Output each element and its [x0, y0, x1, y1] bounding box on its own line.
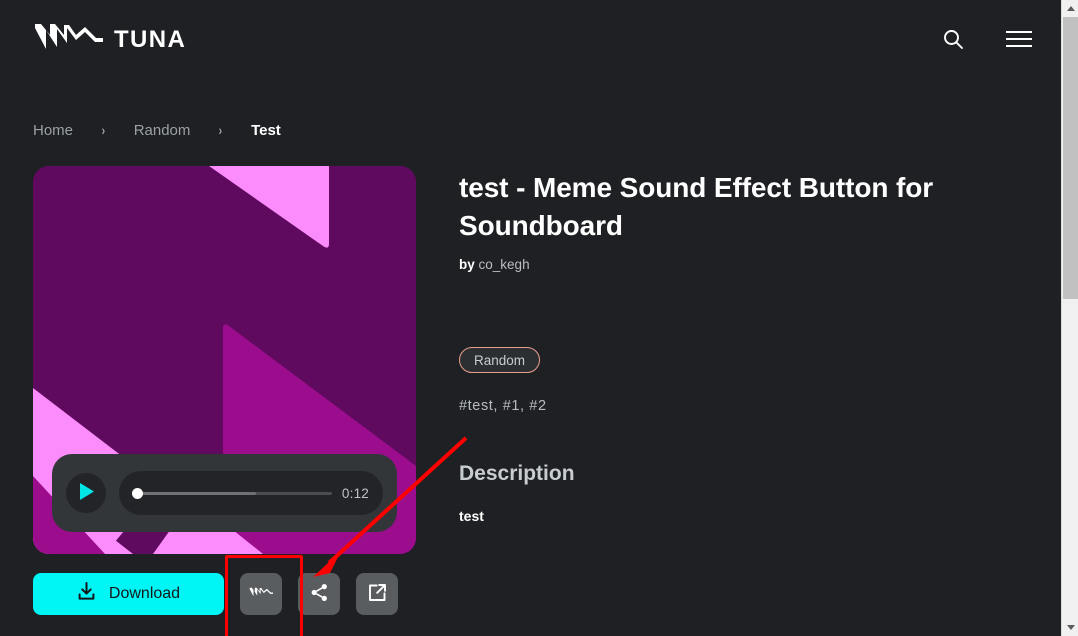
- breadcrumb-item-home[interactable]: Home: [33, 122, 73, 139]
- edit-square-icon: [368, 583, 387, 605]
- duration-label: 0:12: [342, 486, 369, 501]
- sound-detail-column: test - Meme Sound Effect Button for Soun…: [459, 166, 1033, 615]
- search-icon: [941, 27, 965, 54]
- header-actions: [938, 25, 1034, 55]
- scroll-up-arrow-icon[interactable]: [1062, 0, 1078, 17]
- breadcrumb: Home › Random › Test: [33, 117, 281, 143]
- hashtag-list[interactable]: #test, #1, #2: [459, 398, 1033, 414]
- site-header: TUNA: [0, 0, 1061, 80]
- author-name[interactable]: co_kegh: [479, 257, 530, 272]
- tuna-button[interactable]: [240, 573, 282, 615]
- description-body: test: [459, 508, 1033, 524]
- by-label: by: [459, 257, 475, 272]
- share-button[interactable]: [298, 573, 340, 615]
- vertical-scrollbar[interactable]: [1061, 0, 1078, 636]
- main-content: 0:12 Download: [33, 166, 1033, 615]
- page-title: test - Meme Sound Effect Button for Soun…: [459, 169, 999, 245]
- progress-area: 0:12: [119, 471, 383, 515]
- menu-button[interactable]: [1004, 25, 1034, 55]
- brand-name: TUNA: [114, 26, 186, 54]
- tuna-button-highlight: [240, 573, 282, 615]
- search-button[interactable]: [938, 25, 968, 55]
- scroll-up-triangle: [1067, 6, 1075, 11]
- tuna-wave-logo-icon: [33, 23, 103, 58]
- hamburger-menu-icon: [1006, 30, 1032, 51]
- sound-media-column: 0:12 Download: [33, 166, 416, 615]
- download-icon: [77, 582, 96, 606]
- chevron-right-icon: ›: [219, 122, 223, 138]
- tuna-wave-logo-icon: [249, 586, 273, 602]
- breadcrumb-item-random[interactable]: Random: [134, 122, 191, 139]
- scroll-down-triangle: [1067, 625, 1075, 630]
- scroll-down-arrow-icon[interactable]: [1062, 619, 1078, 636]
- breadcrumb-item-test: Test: [251, 122, 281, 139]
- progress-bar[interactable]: [133, 492, 332, 495]
- scrollbar-thumb[interactable]: [1063, 17, 1078, 299]
- progress-thumb[interactable]: [132, 488, 143, 499]
- browser-page: TUNA: [0, 0, 1078, 636]
- tag-random[interactable]: Random: [459, 347, 540, 373]
- download-label: Download: [109, 585, 180, 603]
- page-viewport: TUNA: [0, 0, 1061, 636]
- download-button[interactable]: Download: [33, 573, 224, 615]
- action-buttons-row: Download: [33, 573, 416, 615]
- description-heading: Description: [459, 462, 1033, 486]
- chevron-right-icon: ›: [101, 122, 105, 138]
- play-triangle-icon: [78, 482, 95, 504]
- audio-player: 0:12: [52, 454, 397, 532]
- tag-row: Random: [459, 347, 1033, 373]
- play-button[interactable]: [66, 473, 106, 513]
- sound-artwork: 0:12: [33, 166, 416, 554]
- brand-logo-link[interactable]: TUNA: [33, 23, 186, 58]
- edit-button[interactable]: [356, 573, 398, 615]
- author-byline: by co_kegh: [459, 257, 1033, 272]
- share-icon: [310, 583, 329, 605]
- progress-buffered: [133, 492, 256, 495]
